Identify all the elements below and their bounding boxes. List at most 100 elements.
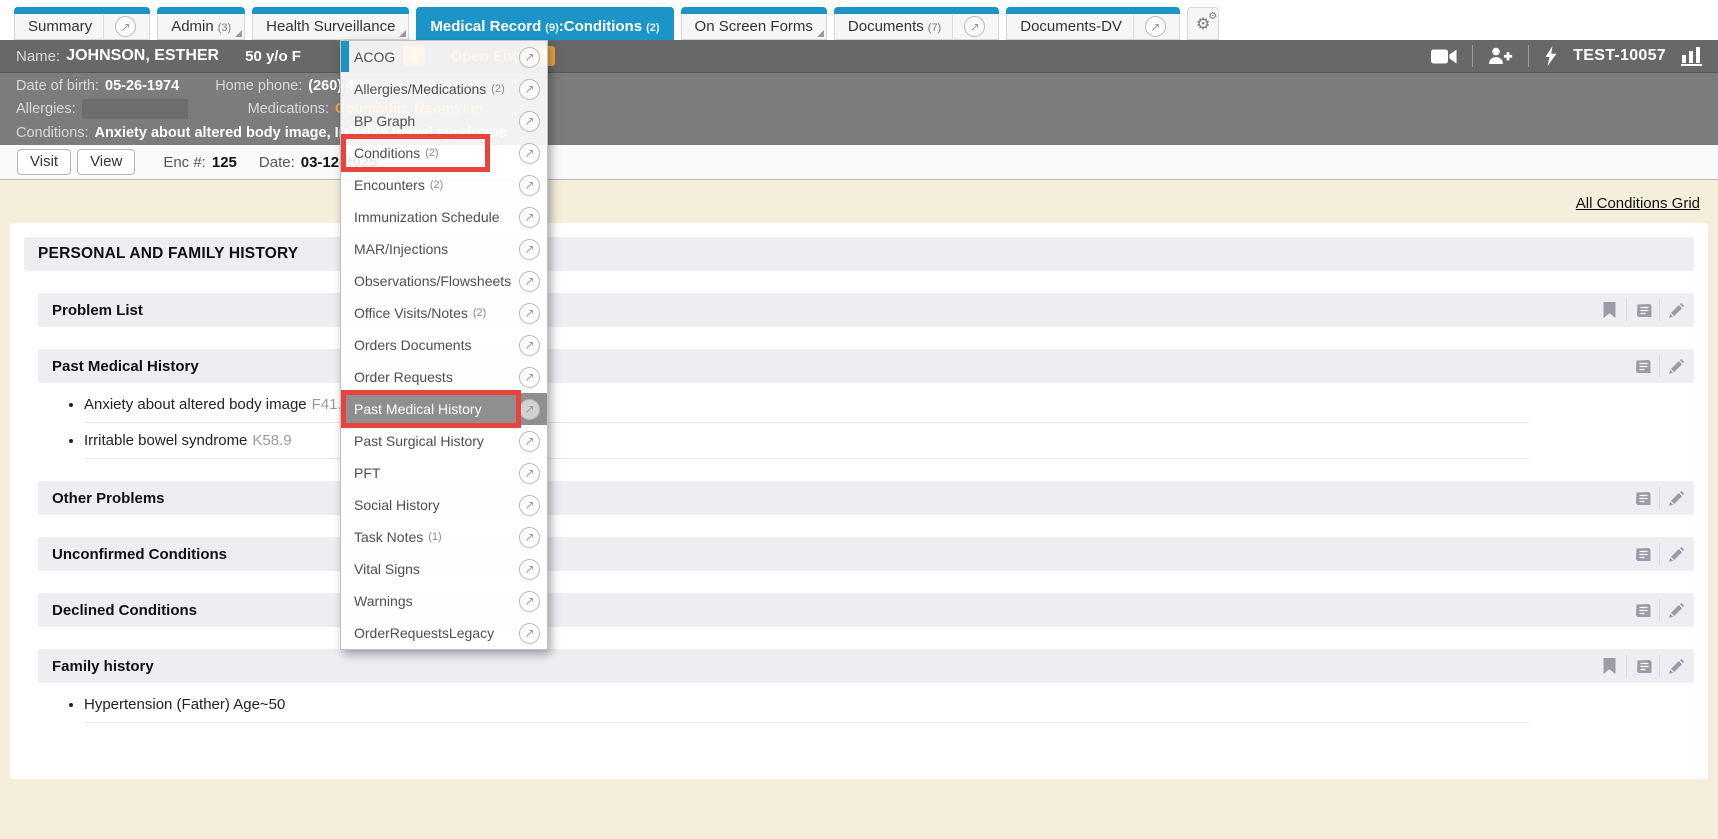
grid-link-row: All Conditions Grid <box>10 180 1708 223</box>
popout-arrow-icon[interactable]: ↗ <box>519 559 540 580</box>
menu-item-label: Social History <box>354 497 440 513</box>
enc-value: 125 <box>212 154 237 171</box>
tab-documents-dv[interactable]: Documents-DV↗ <box>1006 7 1180 40</box>
video-camera-icon[interactable] <box>1431 48 1457 65</box>
menu-item-label: Orders Documents <box>354 337 471 353</box>
tab-label: :Conditions <box>559 18 642 35</box>
popout-arrow-icon[interactable]: ↗ <box>519 271 540 292</box>
add-person-icon[interactable] <box>1488 47 1513 65</box>
pencil-icon[interactable] <box>1659 599 1692 621</box>
menu-item-observations-flowsheets[interactable]: Observations/Flowsheets↗ <box>341 265 547 297</box>
bookmark-icon[interactable] <box>1593 655 1626 677</box>
list-item: Anxiety about altered body imageF41.8 <box>84 387 1529 423</box>
tab-label: On Screen Forms <box>695 18 813 35</box>
tab-documents[interactable]: Documents(7)↗ <box>834 7 999 40</box>
menu-item-orderrequestslegacy[interactable]: OrderRequestsLegacy↗ <box>341 617 547 649</box>
menu-item-label: Encounters <box>354 177 425 193</box>
lightning-bolt-icon[interactable] <box>1544 46 1558 66</box>
popout-arrow-icon[interactable]: ↗ <box>519 399 540 420</box>
popout-arrow-icon[interactable]: ↗ <box>964 16 985 37</box>
popout-arrow-icon[interactable]: ↗ <box>519 335 540 356</box>
section-actions <box>1593 655 1692 677</box>
popout-arrow-icon[interactable]: ↗ <box>519 463 540 484</box>
all-conditions-grid-link[interactable]: All Conditions Grid <box>1576 195 1700 212</box>
menu-item-encounters[interactable]: Encounters(2)↗ <box>341 169 547 201</box>
dob-label: Date of birth: <box>16 78 99 94</box>
popout-arrow-icon[interactable]: ↗ <box>519 207 540 228</box>
menu-item-allergies-medications[interactable]: Allergies/Medications(2)↗ <box>341 73 547 105</box>
allergies-label: Allergies: <box>16 101 76 117</box>
view-button[interactable]: View <box>77 149 135 175</box>
tab-popout: ↗ <box>1133 15 1166 39</box>
popout-arrow-icon[interactable]: ↗ <box>519 431 540 452</box>
menu-item-past-surgical-history[interactable]: Past Surgical History↗ <box>341 425 547 457</box>
popout-arrow-icon[interactable]: ↗ <box>1145 16 1166 37</box>
bookmark-icon[interactable] <box>1593 299 1626 321</box>
tab-medical-record[interactable]: Medical Record(9):Conditions(2) <box>416 7 673 40</box>
section-actions <box>1593 299 1692 321</box>
section-bar-family-history: Family history <box>38 649 1694 683</box>
book-icon[interactable] <box>1626 487 1659 509</box>
pencil-icon[interactable] <box>1659 487 1692 509</box>
menu-item-bp-graph[interactable]: BP Graph↗ <box>341 105 547 137</box>
menu-item-mar-injections[interactable]: MAR/Injections ↗ <box>341 233 547 265</box>
visit-button[interactable]: Visit <box>17 149 71 175</box>
tab-label: Medical Record <box>430 18 541 35</box>
menu-item-task-notes[interactable]: Task Notes (1) ↗ <box>341 521 547 553</box>
tab-label: Summary <box>28 18 92 35</box>
bar-chart-icon[interactable] <box>1681 46 1702 66</box>
menu-item-count: (2) <box>425 147 438 159</box>
book-icon[interactable] <box>1626 543 1659 565</box>
book-icon[interactable] <box>1626 355 1659 377</box>
menu-item-label: MAR/Injections <box>354 241 448 257</box>
tab-admin[interactable]: Admin(3) <box>157 7 245 40</box>
menu-item-immunization-schedule[interactable]: Immunization Schedule ↗ <box>341 201 547 233</box>
book-icon[interactable] <box>1626 655 1659 677</box>
popout-arrow-icon[interactable]: ↗ <box>519 239 540 260</box>
menu-item-vital-signs[interactable]: Vital Signs↗ <box>341 553 547 585</box>
popout-arrow-icon[interactable]: ↗ <box>519 367 540 388</box>
menu-item-past-medical-history[interactable]: Past Medical History↗ <box>341 393 547 425</box>
menu-item-pft[interactable]: PFT ↗ <box>341 457 547 489</box>
section-actions <box>1626 599 1692 621</box>
popout-arrow-icon[interactable]: ↗ <box>519 175 540 196</box>
menu-item-count: (1) <box>428 531 441 543</box>
book-icon[interactable] <box>1626 299 1659 321</box>
popout-arrow-icon[interactable]: ↗ <box>519 495 540 516</box>
menu-item-social-history[interactable]: Social History ↗ <box>341 489 547 521</box>
popout-arrow-icon[interactable]: ↗ <box>519 591 540 612</box>
menu-item-conditions[interactable]: Conditions(2)↗ <box>341 137 547 169</box>
menu-item-label: PFT <box>354 465 380 481</box>
menu-item-acog[interactable]: ACOG↗ <box>341 41 547 73</box>
settings-button[interactable]: ⚙⚙ <box>1187 7 1219 40</box>
menu-item-label: Immunization Schedule <box>354 209 500 225</box>
popout-arrow-icon[interactable]: ↗ <box>519 79 540 100</box>
menu-item-order-requests[interactable]: Order Requests ↗ <box>341 361 547 393</box>
section-title: PERSONAL AND FAMILY HISTORY <box>38 245 298 263</box>
menu-item-label: Order Requests <box>354 369 453 385</box>
pencil-icon[interactable] <box>1659 543 1692 565</box>
popout-arrow-icon[interactable]: ↗ <box>519 47 540 68</box>
book-icon[interactable] <box>1626 599 1659 621</box>
popout-arrow-icon[interactable]: ↗ <box>519 143 540 164</box>
popout-arrow-icon[interactable]: ↗ <box>115 16 136 37</box>
popout-arrow-icon[interactable]: ↗ <box>519 111 540 132</box>
pencil-icon[interactable] <box>1659 299 1692 321</box>
medical-record-dropdown-menu: ACOG↗Allergies/Medications(2)↗BP Graph↗C… <box>340 40 548 650</box>
popout-arrow-icon[interactable]: ↗ <box>519 527 540 548</box>
popout-arrow-icon[interactable]: ↗ <box>519 303 540 324</box>
tab-summary[interactable]: Summary ↗ <box>14 7 150 40</box>
pencil-icon[interactable] <box>1659 355 1692 377</box>
menu-item-orders-documents[interactable]: Orders Documents ↗ <box>341 329 547 361</box>
condition-text: Anxiety about altered body image <box>84 396 307 413</box>
menu-item-warnings[interactable]: Warnings↗ <box>341 585 547 617</box>
pencil-icon[interactable] <box>1659 655 1692 677</box>
tab-health-surveillance[interactable]: Health Surveillance <box>252 7 409 40</box>
popout-arrow-icon[interactable]: ↗ <box>519 623 540 644</box>
section-title: Unconfirmed Conditions <box>52 546 227 563</box>
date-label: Date: <box>259 154 295 171</box>
menu-item-office-visits-notes[interactable]: Office Visits/Notes(2)↗ <box>341 297 547 329</box>
tab-on-screen-forms[interactable]: On Screen Forms <box>681 7 827 40</box>
menu-item-label: Task Notes <box>354 529 423 545</box>
section-bar-past-medical-history: Past Medical History <box>38 349 1694 383</box>
